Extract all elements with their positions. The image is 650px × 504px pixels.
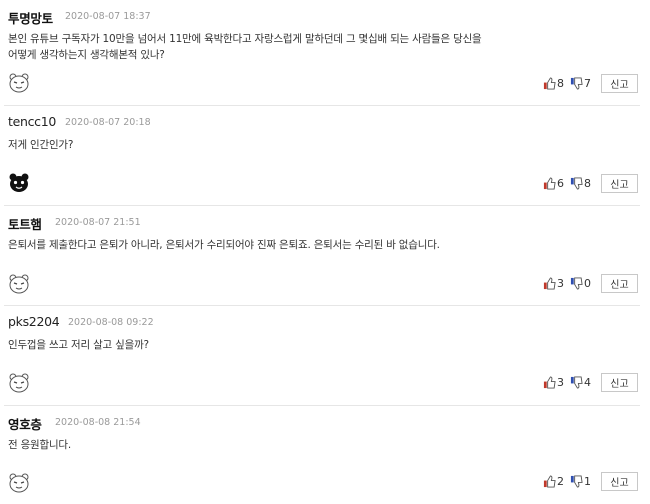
thumbs-up-icon xyxy=(543,177,556,190)
like-button[interactable]: 8 xyxy=(543,77,564,90)
comment-item: 영호층 2020-08-08 21:54 전 응원합니다. 2 1 신고 xyxy=(0,406,650,504)
dislike-button[interactable]: 1 xyxy=(570,475,591,488)
like-count: 3 xyxy=(557,277,564,290)
thumbs-down-icon xyxy=(570,77,583,90)
dislike-button[interactable]: 4 xyxy=(570,376,591,389)
comment-date: 2020-08-08 09:22 xyxy=(68,317,154,328)
comment-actions: 3 0 신고 xyxy=(543,273,638,294)
comment-text: 은퇴서를 제출한다고 은퇴가 아니라, 은퇴서가 수리되어야 진짜 은퇴죠. 은… xyxy=(8,239,440,251)
comment-date: 2020-08-07 21:51 xyxy=(55,217,141,228)
comment-author[interactable]: 영호층 xyxy=(8,414,42,433)
comment-author[interactable]: pks2204 xyxy=(8,314,60,329)
comment-date: 2020-08-07 20:18 xyxy=(65,117,151,128)
thumbs-up-icon xyxy=(543,475,556,488)
dislike-count: 7 xyxy=(584,77,591,90)
dislike-button[interactable]: 7 xyxy=(570,77,591,90)
comment-actions: 6 8 신고 xyxy=(543,173,638,194)
comment-author[interactable]: 토트햄 xyxy=(8,214,42,233)
comment-date: 2020-08-08 21:54 xyxy=(55,417,141,428)
dislike-button[interactable]: 8 xyxy=(570,177,591,190)
dislike-count: 8 xyxy=(584,177,591,190)
default-face-icon xyxy=(9,73,29,93)
comment-author[interactable]: tencc10 xyxy=(8,114,56,129)
thumbs-down-icon xyxy=(570,177,583,190)
comment-list: 투명망토 2020-08-07 18:37 본인 유튜브 구독자가 10만을 넘… xyxy=(0,0,650,504)
default-face-icon xyxy=(9,473,29,493)
dislike-count: 1 xyxy=(584,475,591,488)
comment-text: 인두껍을 쓰고 저리 살고 싶을까? xyxy=(8,339,149,351)
comment-item: pks2204 2020-08-08 09:22 인두껍을 쓰고 저리 살고 싶… xyxy=(0,306,650,406)
like-count: 3 xyxy=(557,376,564,389)
thumbs-up-icon xyxy=(543,376,556,389)
comment-actions: 8 7 신고 xyxy=(543,73,638,94)
comment-date: 2020-08-07 18:37 xyxy=(65,11,151,22)
default-face-icon xyxy=(9,373,29,393)
comment-text: 전 응원합니다. xyxy=(8,439,72,451)
black-bear-face-icon xyxy=(9,173,29,192)
default-face-icon xyxy=(9,274,29,294)
dislike-button[interactable]: 0 xyxy=(570,277,591,290)
thumbs-down-icon xyxy=(570,376,583,389)
comment-author[interactable]: 투명망토 xyxy=(8,8,53,27)
like-button[interactable]: 3 xyxy=(543,277,564,290)
report-button[interactable]: 신고 xyxy=(601,74,638,93)
thumbs-up-icon xyxy=(543,277,556,290)
like-button[interactable]: 3 xyxy=(543,376,564,389)
comment-item: 투명망토 2020-08-07 18:37 본인 유튜브 구독자가 10만을 넘… xyxy=(0,0,650,106)
dislike-count: 4 xyxy=(584,376,591,389)
comment-item: 토트햄 2020-08-07 21:51 은퇴서를 제출한다고 은퇴가 아니라,… xyxy=(0,206,650,306)
report-button[interactable]: 신고 xyxy=(601,274,638,293)
report-button[interactable]: 신고 xyxy=(601,373,638,392)
report-button[interactable]: 신고 xyxy=(601,174,638,193)
thumbs-up-icon xyxy=(543,77,556,90)
thumbs-down-icon xyxy=(570,475,583,488)
like-button[interactable]: 2 xyxy=(543,475,564,488)
comment-text: 저게 인간인가? xyxy=(8,139,74,151)
dislike-count: 0 xyxy=(584,277,591,290)
comment-text: 본인 유튜브 구독자가 10만을 넘어서 11만에 육박한다고 자랑스럽게 말하… xyxy=(8,33,482,61)
comment-actions: 2 1 신고 xyxy=(543,471,638,492)
like-count: 2 xyxy=(557,475,564,488)
like-count: 8 xyxy=(557,77,564,90)
like-button[interactable]: 6 xyxy=(543,177,564,190)
comment-actions: 3 4 신고 xyxy=(543,372,638,393)
thumbs-down-icon xyxy=(570,277,583,290)
report-button[interactable]: 신고 xyxy=(601,472,638,491)
comment-item: tencc10 2020-08-07 20:18 저게 인간인가? 6 8 신고 xyxy=(0,106,650,206)
like-count: 6 xyxy=(557,177,564,190)
